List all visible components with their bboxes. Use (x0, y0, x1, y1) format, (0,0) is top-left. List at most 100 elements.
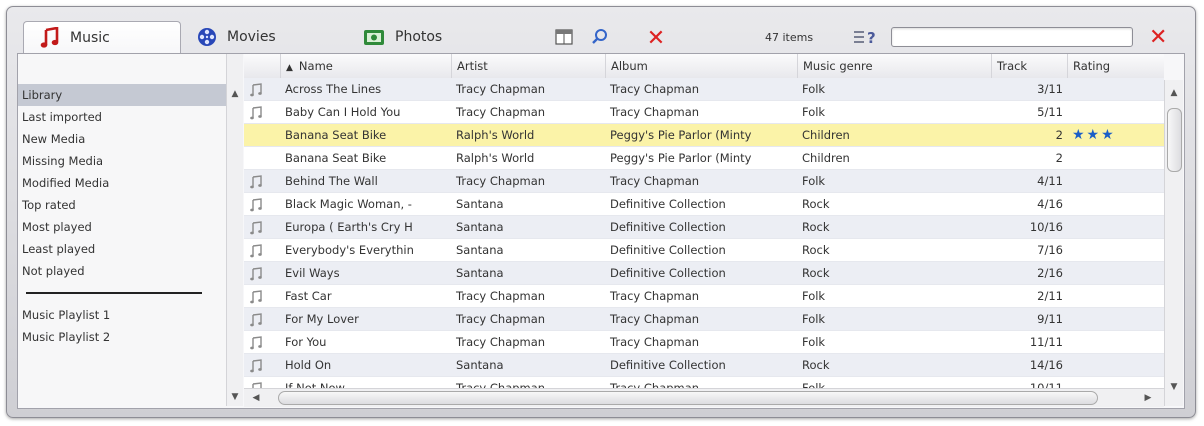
tab-movies[interactable]: Movies (197, 21, 317, 53)
column-header-track[interactable]: Track (991, 54, 1067, 78)
table-row[interactable]: Everybody's Everythin Santana Definitive C… (244, 239, 1164, 262)
cell-artist: Tracy Chapman (456, 174, 546, 188)
cell-track: 4/16 (1037, 197, 1063, 211)
cell-name: For You (285, 335, 327, 349)
sidebar-item-least-played[interactable]: Least played (18, 238, 226, 260)
cell-track: 10/16 (1029, 220, 1063, 234)
music-file-icon (250, 105, 262, 120)
sidebar-item-most-played[interactable]: Most played (18, 216, 226, 238)
row-icon-cell (244, 354, 280, 376)
sidebar-item-library[interactable]: Library (18, 84, 226, 106)
column-header-genre[interactable]: Music genre (797, 54, 991, 78)
cell-name: Banana Seat Bike (285, 151, 387, 165)
cell-genre: Folk (802, 105, 826, 119)
table-row[interactable]: Banana Seat Bike Ralph's World Peggy's Pie… (244, 124, 1164, 147)
cell-artist: Tracy Chapman (456, 82, 546, 96)
tab-photos[interactable]: Photos (363, 21, 503, 53)
scroll-right-icon[interactable]: ▶ (1140, 391, 1156, 405)
photo-icon (363, 28, 385, 46)
cell-genre: Rock (802, 197, 830, 211)
table-row[interactable]: Banana Seat Bike Ralph's World Peggy's Pie… (244, 147, 1164, 170)
cell-genre: Folk (802, 289, 826, 303)
cell-name: Evil Ways (285, 266, 340, 280)
row-icon-cell (244, 285, 280, 307)
column-header-rating[interactable]: Rating (1067, 54, 1139, 78)
row-icon-cell (244, 308, 280, 330)
view-toggle-button[interactable] (553, 27, 575, 49)
music-file-icon (250, 335, 262, 350)
table-row[interactable]: For You Tracy Chapman Tracy Chapman Folk 11/… (244, 331, 1164, 354)
tab-music[interactable]: Music (23, 21, 181, 54)
filter-help-button[interactable]: ? (853, 27, 879, 49)
table-row[interactable]: Black Magic Woman, - Santana Definitive Co… (244, 193, 1164, 216)
table-row[interactable]: Behind The Wall Tracy Chapman Tracy Chapma… (244, 170, 1164, 193)
scroll-up-icon[interactable]: ▲ (1166, 86, 1182, 100)
table-header: ▲ Name Artist Album Music genre Track Rat… (244, 54, 1164, 79)
clear-filter-button[interactable]: ✕ (645, 26, 667, 51)
music-file-icon (250, 197, 262, 212)
cell-track: 7/16 (1037, 243, 1063, 257)
sidebar-scroll-down-icon[interactable]: ▼ (227, 390, 243, 404)
track-table: ▲ Name Artist Album Music genre Track Rat… (244, 54, 1164, 406)
cell-artist: Tracy Chapman (456, 312, 546, 326)
table-vertical-scrollbar[interactable]: ▲ ▼ (1164, 80, 1183, 406)
scroll-left-icon[interactable]: ◀ (248, 391, 264, 405)
sidebar-item-not-played[interactable]: Not played (18, 260, 226, 282)
cell-artist: Tracy Chapman (456, 335, 546, 349)
cell-track: 2 (1055, 128, 1063, 142)
sidebar-item-new-media[interactable]: New Media (18, 128, 226, 150)
cell-rating (1067, 285, 1139, 307)
table-row[interactable]: Europa ( Earth's Cry H Santana Definitive … (244, 216, 1164, 239)
cell-name: Baby Can I Hold You (285, 105, 401, 119)
cell-track: 3/11 (1037, 82, 1063, 96)
search-input[interactable] (891, 27, 1133, 47)
cell-rating (1067, 216, 1139, 238)
sidebar-item-missing-media[interactable]: Missing Media (18, 150, 226, 172)
cell-album: Peggy's Pie Parlor (Minty (610, 151, 752, 165)
table-row[interactable]: Evil Ways Santana Definitive Collection Roc… (244, 262, 1164, 285)
table-row[interactable]: For My Lover Tracy Chapman Tracy Chapman Fo… (244, 308, 1164, 331)
table-horizontal-scrollbar[interactable]: ◀ ▶ (244, 388, 1164, 407)
column-header-name[interactable]: ▲ Name (280, 54, 452, 78)
sidebar-item-playlist-1[interactable]: Music Playlist 1 (18, 304, 226, 326)
search-clear-button[interactable]: ✕ (1149, 25, 1167, 50)
sidebar-item-last-imported[interactable]: Last imported (18, 106, 226, 128)
table-row[interactable]: Hold On Santana Definitive Collection Rock 1… (244, 354, 1164, 377)
sidebar-item-top-rated[interactable]: Top rated (18, 194, 226, 216)
cell-artist: Santana (456, 266, 504, 280)
cell-name: Across The Lines (285, 82, 382, 96)
cell-genre: Folk (802, 174, 826, 188)
column-header-album[interactable]: Album (605, 54, 797, 78)
cell-genre: Folk (802, 82, 826, 96)
scroll-down-icon[interactable]: ▼ (1166, 380, 1182, 394)
cell-rating (1067, 239, 1139, 261)
cell-name: Behind The Wall (285, 174, 378, 188)
cell-genre: Rock (802, 220, 830, 234)
horizontal-scroll-thumb[interactable] (278, 391, 1098, 405)
cell-rating (1067, 262, 1139, 284)
cell-track: 5/11 (1037, 105, 1063, 119)
cell-artist: Ralph's World (456, 128, 535, 142)
sidebar-item-playlist-2[interactable]: Music Playlist 2 (18, 326, 226, 348)
sidebar-item-modified-media[interactable]: Modified Media (18, 172, 226, 194)
cell-artist: Tracy Chapman (456, 105, 546, 119)
cell-genre: Children (802, 128, 850, 142)
table-row[interactable]: Fast Car Tracy Chapman Tracy Chapman Folk 2/… (244, 285, 1164, 308)
row-icon-cell (244, 262, 280, 284)
sidebar-scroll-up-icon[interactable]: ▲ (227, 87, 243, 101)
table-body: Across The Lines Tracy Chapman Tracy Chapm… (244, 78, 1164, 400)
cell-album: Definitive Collection (610, 220, 726, 234)
search-button[interactable] (589, 27, 611, 49)
row-icon-cell (244, 78, 280, 100)
table-row[interactable]: Across The Lines Tracy Chapman Tracy Chapm… (244, 78, 1164, 101)
svg-text:?: ? (867, 29, 876, 46)
sidebar-scrollbar[interactable]: ▲ ▼ (226, 54, 243, 406)
table-row[interactable]: Baby Can I Hold You Tracy Chapman Tracy Ch… (244, 101, 1164, 124)
media-library-window: Music Movies Photos ✕ 47 items ? ✕ Libra… (6, 6, 1196, 418)
toolbar: Music Movies Photos ✕ 47 items ? ✕ (13, 15, 1187, 54)
cell-name: Fast Car (285, 289, 332, 303)
cell-artist: Tracy Chapman (456, 289, 546, 303)
column-header-artist[interactable]: Artist (451, 54, 605, 78)
vertical-scroll-thumb[interactable] (1167, 108, 1182, 172)
music-file-icon (250, 174, 262, 189)
